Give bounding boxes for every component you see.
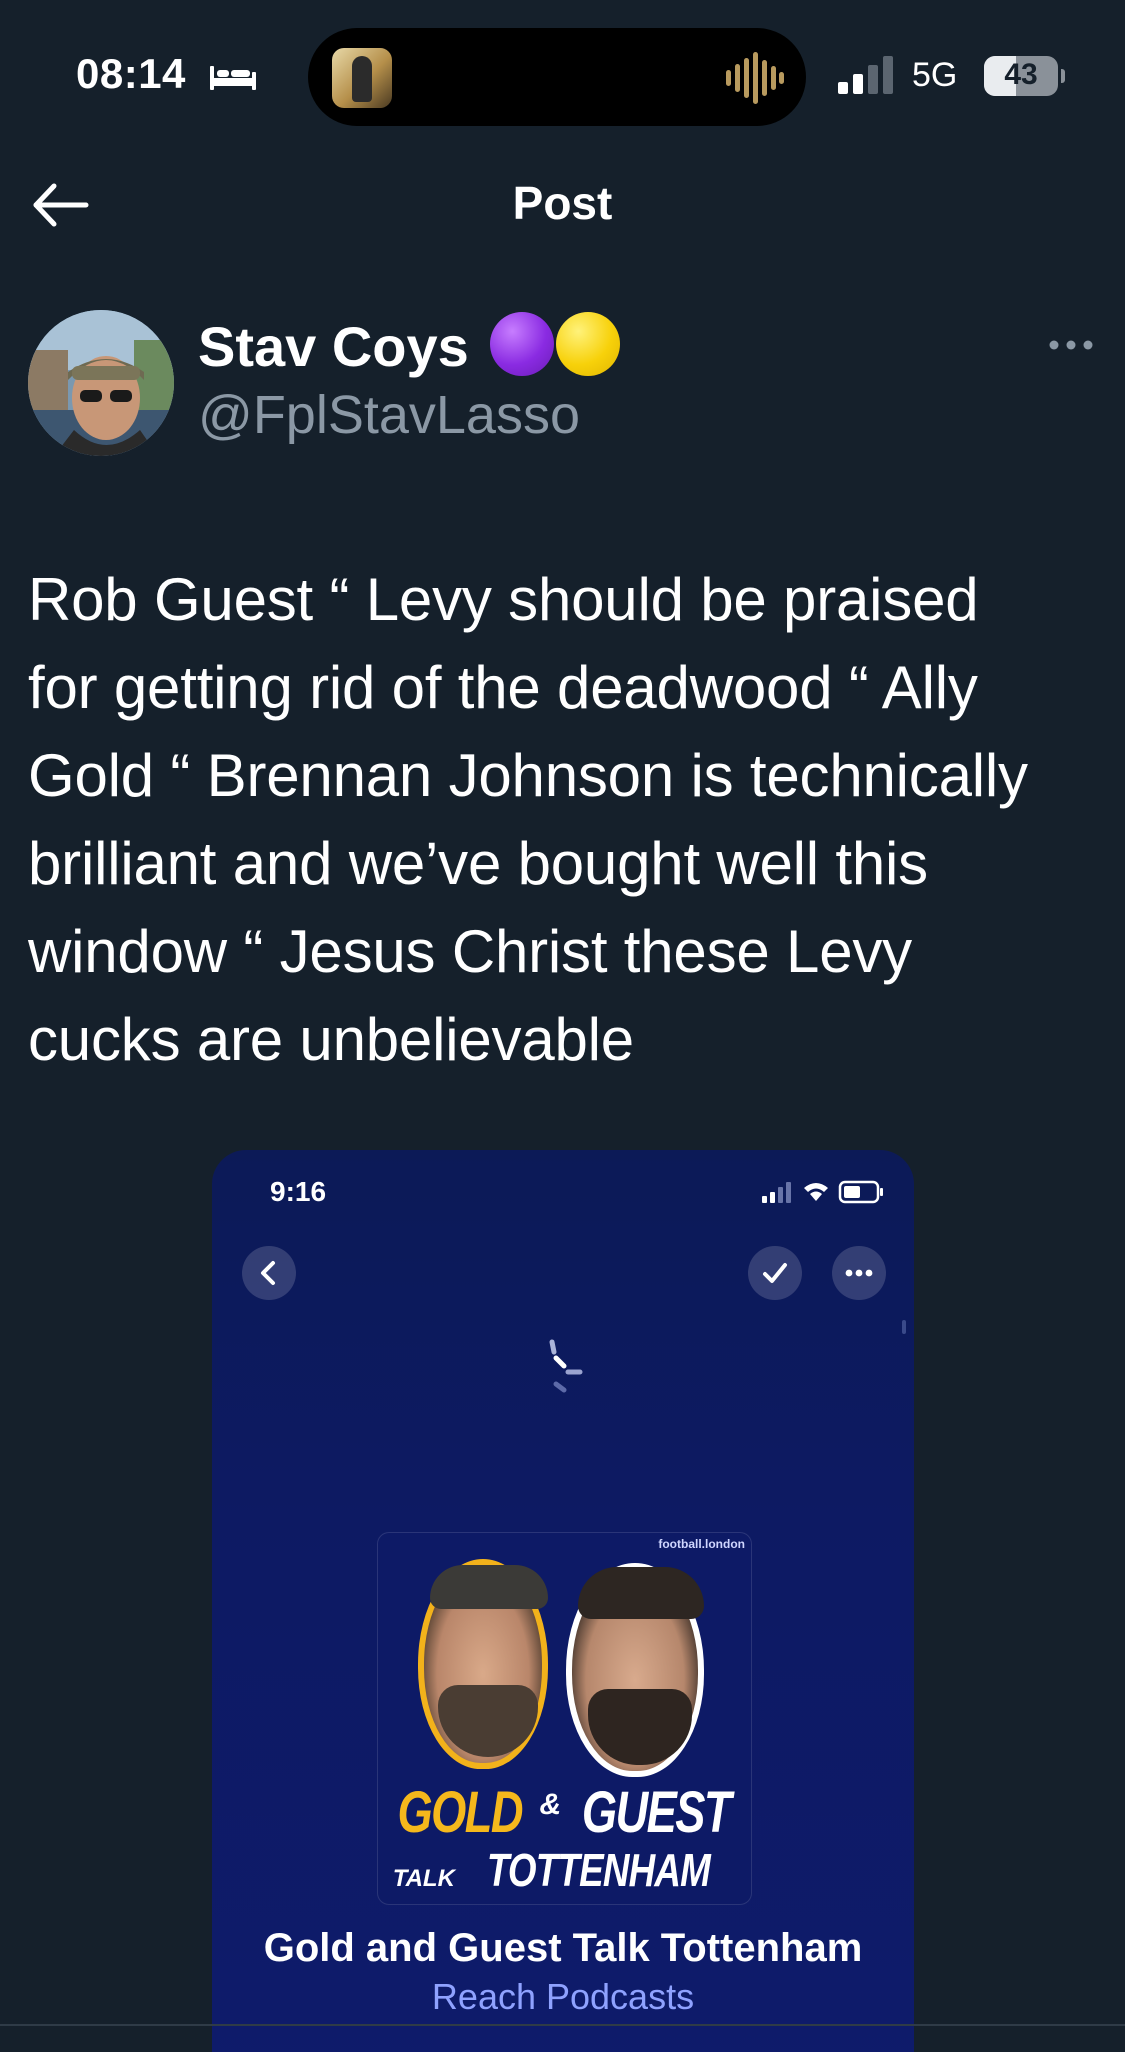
audio-waveform-icon [726,52,784,104]
podcast-publisher: Reach Podcasts [431,1976,695,2017]
media-status-time: 9:16 [270,1176,327,1207]
bed-icon [210,66,256,90]
post-text-line: Rob Guest “ Levy should be praised [28,566,979,633]
post-text-line: window “ Jesus Christ these Levy [28,918,912,985]
battery-icon: 43 [984,56,1065,96]
yellow-circle-emoji-icon [556,312,621,376]
cover-brand-label: football.london [658,1537,745,1551]
dynamic-island[interactable] [308,28,806,126]
post-text: Rob Guest “ Levy should be praised for g… [28,556,1108,1084]
author-name-text: Stav Coys [198,315,469,378]
post-text-line: for getting rid of the deadwood “ Ally [28,654,978,721]
cellular-signal-icon [838,56,893,94]
cover-subtitle: TALK TOTTENHAM [378,1843,751,1897]
host-right-illustration [566,1563,704,1777]
cover-title-amp: & [539,1788,562,1821]
status-bar: 08:14 5G 43 [0,0,1125,150]
post-screen: 08:14 5G 43 Post Stav Coys @FplStavLasso… [0,0,1125,2052]
top-bar: Post [0,150,1125,260]
cover-title-gold: GOLD [397,1780,524,1845]
podcast-title: Gold and Guest Talk Tottenham [263,1926,863,1970]
network-type: 5G [912,56,958,94]
cover-subtitle-team: TOTTENHAM [487,1844,711,1896]
now-playing-artwork-icon [332,48,392,108]
divider [0,2024,1125,2026]
status-time: 08:14 [76,50,186,97]
purple-circle-emoji-icon [490,312,555,376]
page-title: Post [512,177,613,229]
cover-title: GOLD & GUEST [378,1779,751,1846]
media-scroll-indicator [902,1320,906,1334]
host-left-illustration [418,1559,548,1769]
battery-percentage: 43 [1004,58,1038,91]
post-text-line: cucks are unbelievable [28,1006,634,1073]
avatar[interactable] [28,310,174,456]
author-display-name[interactable]: Stav Coys [198,312,621,379]
media-status-icons [762,1180,883,1204]
media-back-button [242,1246,296,1300]
more-options-icon[interactable] [1046,330,1096,360]
post-media-image[interactable]: 9:16 football.london GOLD & GUEST TALK T… [212,1150,914,2052]
media-check-button [748,1246,802,1300]
post-text-line: Gold “ Brennan Johnson is technically [28,742,1028,809]
podcast-cover-art: football.london GOLD & GUEST TALK TOTTENHA… [377,1532,752,1905]
loading-spinner-icon [549,1339,583,1393]
cover-title-guest: GUEST [582,1780,732,1845]
cover-subtitle-talk: TALK [392,1865,455,1892]
post-text-line: brilliant and we’ve bought well this [28,830,928,897]
media-more-button [832,1246,886,1300]
author-handle[interactable]: @FplStavLasso [198,384,580,446]
